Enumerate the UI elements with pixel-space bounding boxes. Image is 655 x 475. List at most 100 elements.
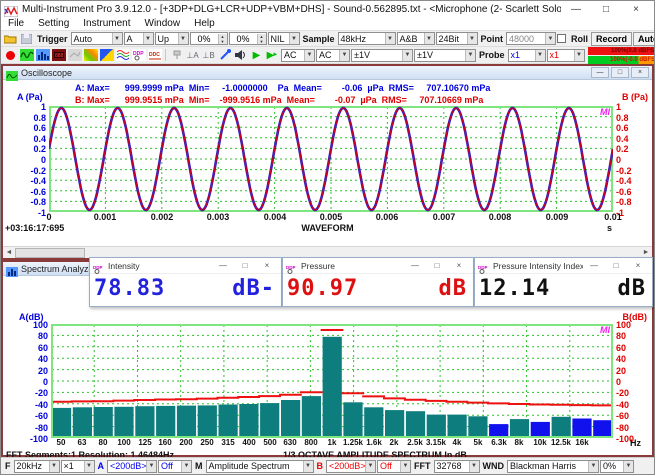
close-button[interactable]: × [621, 4, 651, 15]
minimize-button[interactable]: — [561, 4, 591, 15]
record-icon[interactable] [3, 49, 18, 62]
channels-select[interactable]: A&B▼ [397, 32, 435, 45]
spectrum-3d-plot-icon[interactable] [83, 49, 98, 62]
spectrum-analyzer-icon[interactable] [35, 49, 50, 62]
data-logger-icon [67, 49, 82, 62]
menu-window[interactable]: Window [138, 18, 188, 29]
trigger-level-spinner[interactable]: 0%▲▼ [190, 32, 228, 45]
chevron-down-icon: ▼ [339, 50, 349, 61]
ddp-value-row: 78.83 dB- [90, 274, 281, 301]
status-bar: F 20kHz▼ ×1▼ A <200dB>▼ Off▼ M Amplitude… [1, 457, 654, 474]
x-zoom-select[interactable]: ×1▼ [61, 460, 95, 473]
spec-y-tick: 100 [33, 320, 48, 330]
osc-y-tick: 0.8 [33, 113, 46, 123]
osc-y-tick: 0.4 [616, 134, 629, 144]
a-weighting-select[interactable]: Off▼ [158, 460, 192, 473]
freq-range-select[interactable]: 20kHz▼ [14, 460, 60, 473]
spec-y-tick: -60 [35, 411, 48, 421]
waveform-plot: MI [49, 106, 613, 212]
record-button[interactable]: Record [591, 32, 632, 46]
range-a-select[interactable]: ±1V▼ [351, 49, 413, 62]
calibration-tool-icon[interactable] [217, 49, 232, 62]
ddp-title-bar[interactable]: DDP Intensity — □ × [90, 258, 281, 274]
open-file-icon[interactable] [3, 32, 18, 45]
osc-y-tick: 0.6 [616, 123, 629, 133]
device-test-plan-icon[interactable] [99, 49, 114, 62]
spec-y-tick: -80 [35, 423, 48, 433]
spec-y-tick: 0 [616, 377, 621, 387]
ddp-value-row: 90.97 dB [283, 274, 473, 301]
multimeter-icon[interactable]: 888 [51, 49, 66, 62]
menu-setting[interactable]: Setting [31, 18, 76, 29]
derived-data-curve-icon[interactable]: DDC [147, 49, 162, 62]
spinner-arrows-icon[interactable]: ▲▼ [218, 34, 227, 44]
minimize-button[interactable]: — [591, 67, 609, 78]
range-b-select[interactable]: ±1V▼ [414, 49, 476, 62]
coupling-b-select[interactable]: AC▼ [316, 49, 350, 62]
chevron-down-icon: ▼ [84, 461, 94, 472]
bit-depth-select[interactable]: 24Bit▼ [436, 32, 478, 45]
close-button[interactable]: × [627, 261, 649, 270]
maximize-button[interactable]: □ [605, 261, 627, 270]
menu-help[interactable]: Help [187, 18, 222, 29]
probe-a-select[interactable]: x1▼ [508, 49, 546, 62]
freq-label: F [3, 461, 13, 471]
maximize-button[interactable]: □ [426, 261, 448, 270]
trigger-edge-select[interactable]: Up▼ [155, 32, 189, 45]
maximize-button[interactable]: □ [234, 261, 256, 270]
point-count-select[interactable]: 48000▼ [506, 32, 556, 45]
sample-rate-select[interactable]: 48kHz▼ [338, 32, 396, 45]
oscilloscope-title-bar[interactable]: Oscilloscope — □ × [3, 66, 652, 80]
minimize-button[interactable]: — [404, 261, 426, 270]
maximize-button[interactable]: □ [611, 67, 629, 78]
osc-x-tick: 0 [31, 212, 67, 222]
scrollbar-thumb[interactable] [15, 248, 85, 258]
scroll-left-icon[interactable]: ◄ [3, 249, 15, 256]
menu-file[interactable]: File [1, 18, 31, 29]
app-window: Multi-Instrument Pro 3.9.12.0 - [+3DP+DL… [0, 0, 655, 475]
ddp-title-bar[interactable]: DDP Pressure Intensity Index — □ × [475, 258, 652, 274]
spinner-arrows-icon[interactable]: ▲▼ [257, 34, 266, 44]
roll-checkbox[interactable] [557, 34, 566, 43]
spectrum-analyzer-icon [6, 264, 18, 274]
overlap-select[interactable]: 0%▼ [600, 460, 634, 473]
save-icon[interactable] [19, 32, 34, 45]
window-function-select[interactable]: Blackman Harris▼ [507, 460, 599, 473]
close-button[interactable]: × [631, 67, 649, 78]
stats-channel-a: A: Max= 999.9999 mPa Min= -1.0000000 Pa … [3, 82, 652, 94]
osc-x-tick: 0.005 [313, 212, 349, 222]
a-range-select[interactable]: <200dB>▼ [107, 460, 157, 473]
ddp-title-bar[interactable]: DDP Pressure — □ × [283, 258, 473, 274]
chevron-down-icon: ▼ [49, 461, 59, 472]
close-button[interactable]: × [256, 261, 278, 270]
b-range-select[interactable]: <200dB>▼ [326, 460, 376, 473]
scroll-right-icon[interactable]: ► [640, 249, 652, 256]
fft-size-select[interactable]: 32768▼ [434, 460, 480, 473]
menu-instrument[interactable]: Instrument [76, 18, 137, 29]
run-continuous-icon[interactable]: ▶► [265, 49, 280, 62]
lcr-meter-icon[interactable] [115, 49, 130, 62]
auto-button[interactable]: Auto [633, 32, 655, 46]
ddp-value: 78.83 [94, 276, 165, 301]
speaker-icon[interactable] [233, 49, 248, 62]
close-button[interactable]: × [448, 261, 470, 270]
b-weighting-select[interactable]: Off▼ [377, 460, 411, 473]
input-a-icon[interactable]: ⊥A [185, 49, 200, 62]
oscilloscope-icon[interactable] [19, 49, 34, 62]
run-icon[interactable]: ▶ [249, 49, 264, 62]
minimize-button[interactable]: — [583, 261, 605, 270]
spec-y-tick: 100 [616, 320, 631, 330]
trigger-mode-select[interactable]: Auto▼ [71, 32, 123, 45]
spectrum-plot: MI [51, 324, 613, 438]
trigger-delay-spinner[interactable]: 0%▲▼ [229, 32, 267, 45]
coupling-a-select[interactable]: AC▼ [281, 49, 315, 62]
ddp-viewer-icon[interactable]: DDP [131, 49, 146, 62]
minimize-button[interactable]: — [212, 261, 234, 270]
input-b-icon[interactable]: ⊥B [201, 49, 216, 62]
maximize-button[interactable]: □ [591, 4, 621, 15]
trigger-hpf-select[interactable]: NIL▼ [268, 32, 300, 45]
ddp-unit: dB [618, 276, 647, 301]
trigger-source-select[interactable]: A▼ [124, 32, 154, 45]
probe-b-select[interactable]: x1▼ [547, 49, 585, 62]
mode-select[interactable]: Amplitude Spectrum▼ [206, 460, 314, 473]
